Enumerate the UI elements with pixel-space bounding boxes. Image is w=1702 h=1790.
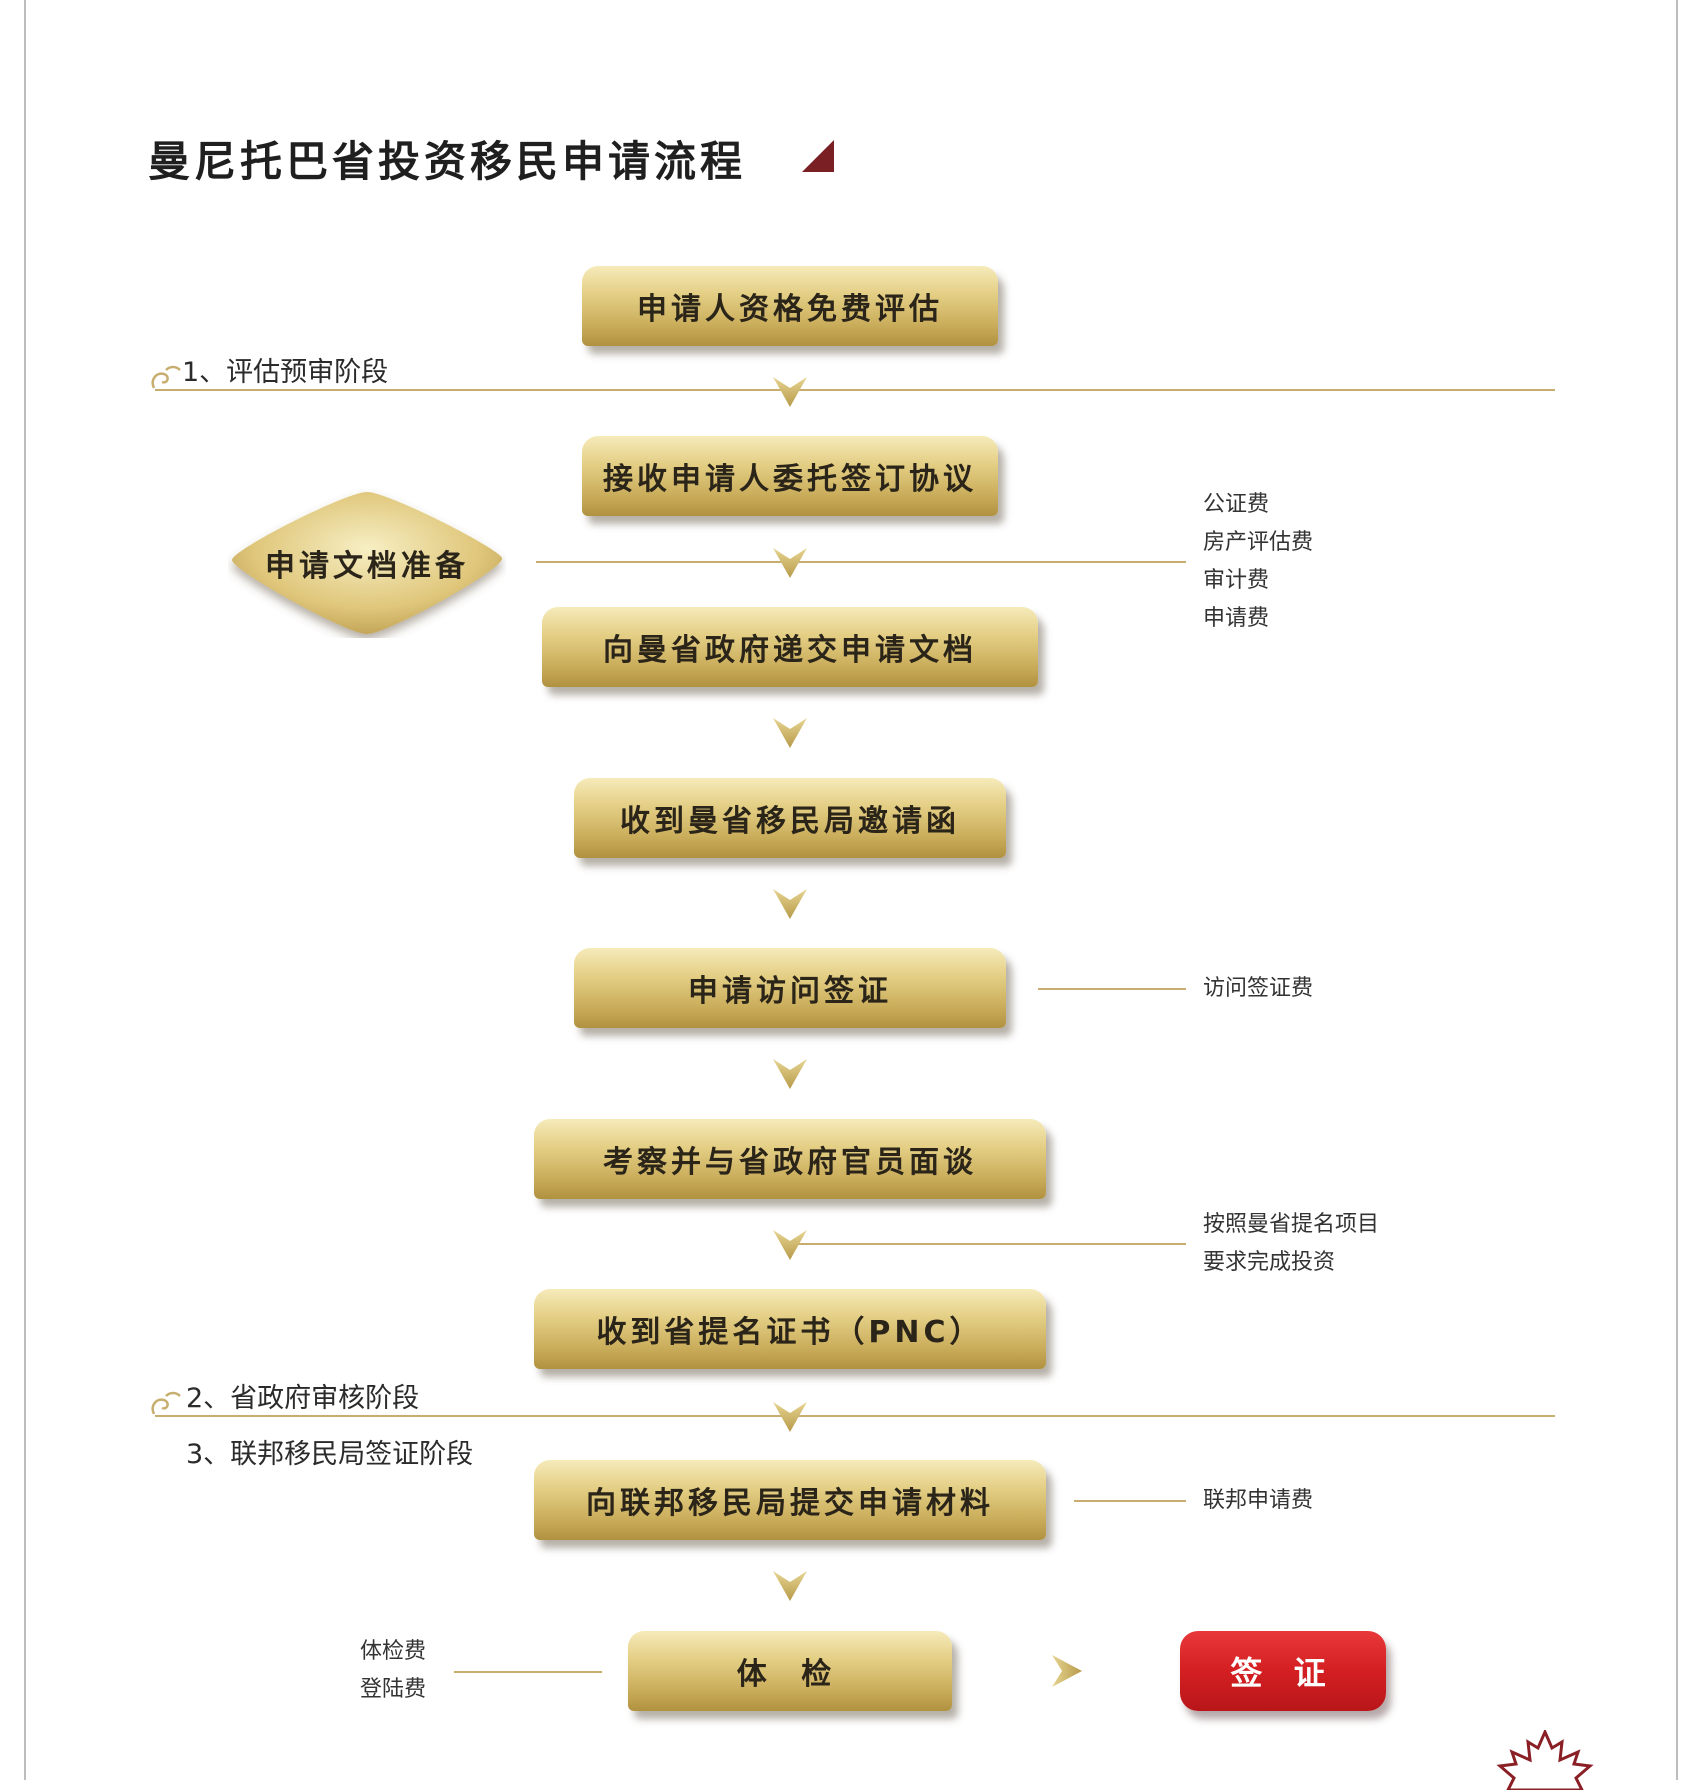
- stage1-label: 1、评估预审阶段: [182, 357, 389, 388]
- fee-medical: 体检费: [360, 1639, 427, 1664]
- arrow-down-icon: [773, 1059, 807, 1089]
- step-inspection-interview: 考察并与省政府官员面谈: [534, 1119, 1046, 1199]
- fee-visit-visa: 访问签证费: [1203, 976, 1314, 1001]
- arrow-right-icon: [1052, 1655, 1082, 1687]
- step-receive-invitation: 收到曼省移民局邀请函: [574, 778, 1006, 858]
- page-title: 曼尼托巴省投资移民申请流程: [148, 137, 747, 186]
- arrow-down-icon: [773, 1571, 807, 1601]
- stage1-divider: [155, 389, 1555, 391]
- step-receive-pnc: 收到省提名证书（PNC）: [534, 1289, 1046, 1369]
- final-visa: 签 证: [1180, 1631, 1386, 1711]
- step-medical-exam: 体 检: [628, 1631, 952, 1711]
- maple-leaf-icon: [1496, 1730, 1594, 1790]
- investment-note-line2: 要求完成投资: [1203, 1250, 1336, 1275]
- visit-visa-fee-line: [1038, 988, 1186, 990]
- fee-property-appraisal: 房产评估费: [1203, 530, 1314, 555]
- investment-note-line1: 按照曼省提名项目: [1203, 1212, 1380, 1237]
- step-eligibility-assessment: 申请人资格免费评估: [582, 266, 998, 346]
- fee-audit: 审计费: [1203, 568, 1270, 593]
- step-apply-visit-visa: 申请访问签证: [574, 948, 1006, 1028]
- fee-notary: 公证费: [1203, 492, 1270, 517]
- step-submit-federal: 向联邦移民局提交申请材料: [534, 1460, 1046, 1540]
- step-sign-agreement: 接收申请人委托签订协议: [582, 436, 998, 516]
- left-border: [24, 0, 26, 1780]
- docs-connector-line: [536, 561, 1186, 563]
- fee-landing: 登陆费: [360, 1677, 427, 1702]
- right-border: [1676, 0, 1678, 1780]
- stage2-curl-icon: [151, 1391, 181, 1415]
- stage1-curl-icon: [151, 365, 181, 389]
- stage2-divider: [155, 1415, 1555, 1417]
- step-submit-documents: 向曼省政府递交申请文档: [542, 607, 1038, 687]
- fee-federal: 联邦申请费: [1203, 1488, 1314, 1513]
- arrow-down-icon: [773, 1402, 807, 1432]
- fee-application: 申请费: [1203, 606, 1270, 631]
- federal-fee-line: [1074, 1500, 1186, 1502]
- investment-connector-line: [790, 1243, 1186, 1245]
- docs-fee-list: 公证费 房产评估费 审计费 申请费: [1203, 486, 1313, 638]
- medical-fee-list: 体检费 登陆费: [360, 1633, 426, 1709]
- stage3-label: 3、联邦移民局签证阶段: [186, 1439, 474, 1470]
- arrow-down-icon: [773, 1230, 807, 1260]
- medical-fee-line: [454, 1671, 602, 1673]
- arrow-down-icon: [773, 718, 807, 748]
- arrow-down-icon: [773, 889, 807, 919]
- arrow-down-icon: [773, 377, 807, 407]
- investment-requirement-note: 按照曼省提名项目 要求完成投资: [1203, 1206, 1379, 1282]
- stage2-label: 2、省政府审核阶段: [186, 1383, 420, 1414]
- title-triangle-icon: [802, 140, 834, 172]
- arrow-down-icon: [773, 548, 807, 578]
- document-preparation-label: 申请文档准备: [265, 549, 469, 584]
- document-preparation-diamond: 申请文档准备: [228, 488, 506, 638]
